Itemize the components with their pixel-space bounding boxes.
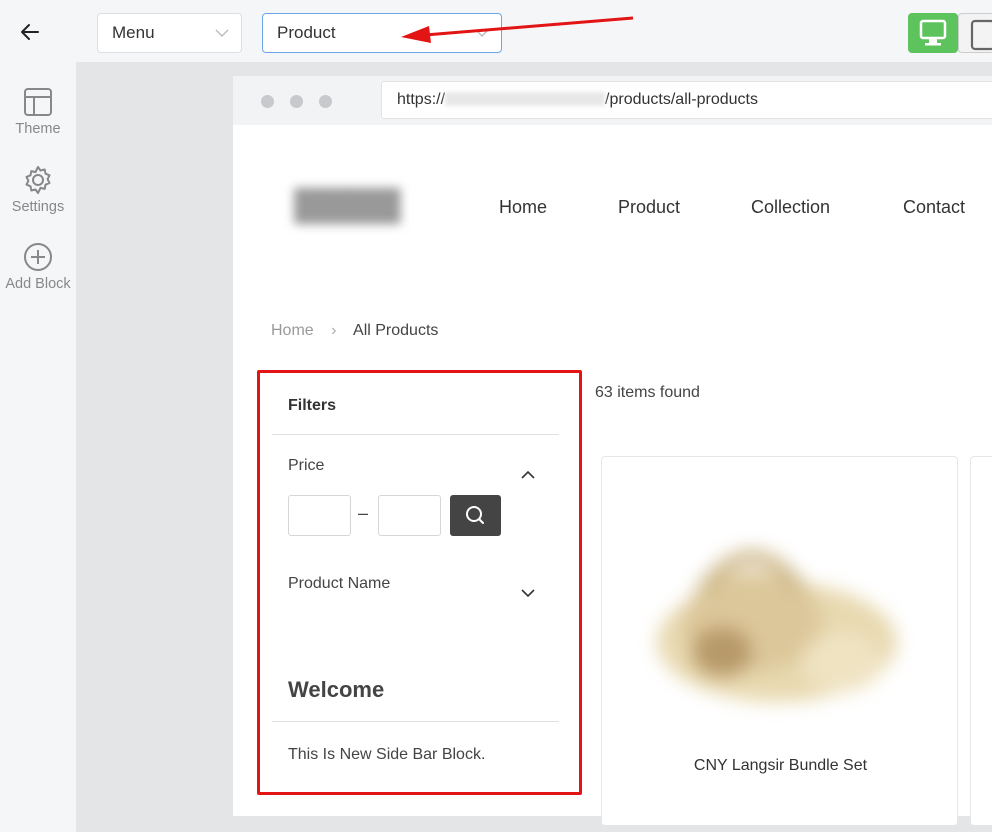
product-image — [657, 550, 897, 702]
back-arrow-icon[interactable] — [18, 20, 42, 44]
sidebar-block-text: This Is New Side Bar Block. — [288, 746, 486, 763]
price-min-input[interactable] — [288, 495, 351, 536]
rail-item-theme[interactable]: Theme — [0, 86, 76, 137]
filters-title: Filters — [288, 397, 337, 414]
breadcrumb: Home › All Products — [271, 322, 438, 340]
chevron-down-icon[interactable] — [520, 588, 536, 598]
rail-item-settings[interactable]: Settings — [0, 164, 76, 215]
rail-item-add-block[interactable]: Add Block — [0, 241, 76, 292]
url-prefix: https:// — [397, 91, 446, 108]
items-found-count: 63 items found — [595, 384, 700, 401]
top-toolbar: Menu Product — [0, 0, 992, 62]
menu-select-value: Menu — [112, 23, 155, 42]
divider — [272, 721, 559, 722]
page-select-value: Product — [277, 23, 336, 42]
rail-item-label: Add Block — [5, 276, 71, 292]
product-name: CNY Langsir Bundle Set — [693, 757, 868, 774]
browser-chrome: https:// /products/all-products — [233, 76, 992, 125]
url-path: /products/all-products — [605, 91, 758, 108]
price-separator: – — [358, 503, 369, 523]
divider — [272, 434, 559, 435]
window-dot — [319, 95, 332, 108]
url-bar[interactable]: https:// /products/all-products — [381, 81, 992, 119]
chevron-right-icon: › — [331, 322, 337, 339]
chevron-up-icon[interactable] — [520, 470, 536, 480]
breadcrumb-home[interactable]: Home — [271, 322, 314, 339]
desktop-view-button[interactable] — [908, 13, 958, 53]
gear-icon — [25, 166, 51, 194]
left-rail: Theme Settings Add Block — [0, 62, 76, 832]
chevron-down-icon — [215, 29, 229, 37]
window-dot — [290, 95, 303, 108]
desktop-icon — [919, 19, 947, 46]
price-max-input[interactable] — [378, 495, 441, 536]
product-card[interactable] — [970, 456, 992, 826]
rail-item-label: Settings — [11, 199, 65, 215]
breadcrumb-current: All Products — [353, 322, 439, 339]
filter-sidebar: Filters Price – Product Name Welcome Thi… — [257, 370, 582, 795]
plus-circle-icon — [24, 243, 52, 271]
nav-product[interactable]: Product — [618, 197, 680, 218]
welcome-title: Welcome — [288, 677, 385, 702]
tablet-view-button[interactable] — [958, 13, 992, 53]
site-logo[interactable]: ▇▇▇▇ — [295, 184, 463, 228]
tablet-icon — [970, 19, 992, 51]
menu-select[interactable]: Menu — [97, 13, 242, 53]
layout-icon — [24, 88, 52, 116]
product-card[interactable]: CNY Langsir Bundle Set — [601, 456, 958, 826]
browser-preview: https:// /products/all-products ▇▇▇▇ Home… — [233, 76, 992, 826]
url-domain-redacted — [445, 92, 606, 106]
nav-collection[interactable]: Collection — [751, 197, 830, 218]
product-name-filter-label[interactable]: Product Name — [288, 575, 390, 593]
nav-home[interactable]: Home — [499, 197, 547, 218]
chevron-down-icon — [475, 29, 489, 37]
nav-contact[interactable]: Contact — [903, 197, 965, 218]
rail-item-label: Theme — [15, 121, 61, 137]
price-search-button[interactable] — [450, 495, 501, 536]
search-icon — [466, 506, 484, 524]
price-filter-label[interactable]: Price — [288, 457, 324, 475]
window-dot — [261, 95, 274, 108]
page-select[interactable]: Product — [262, 13, 502, 53]
